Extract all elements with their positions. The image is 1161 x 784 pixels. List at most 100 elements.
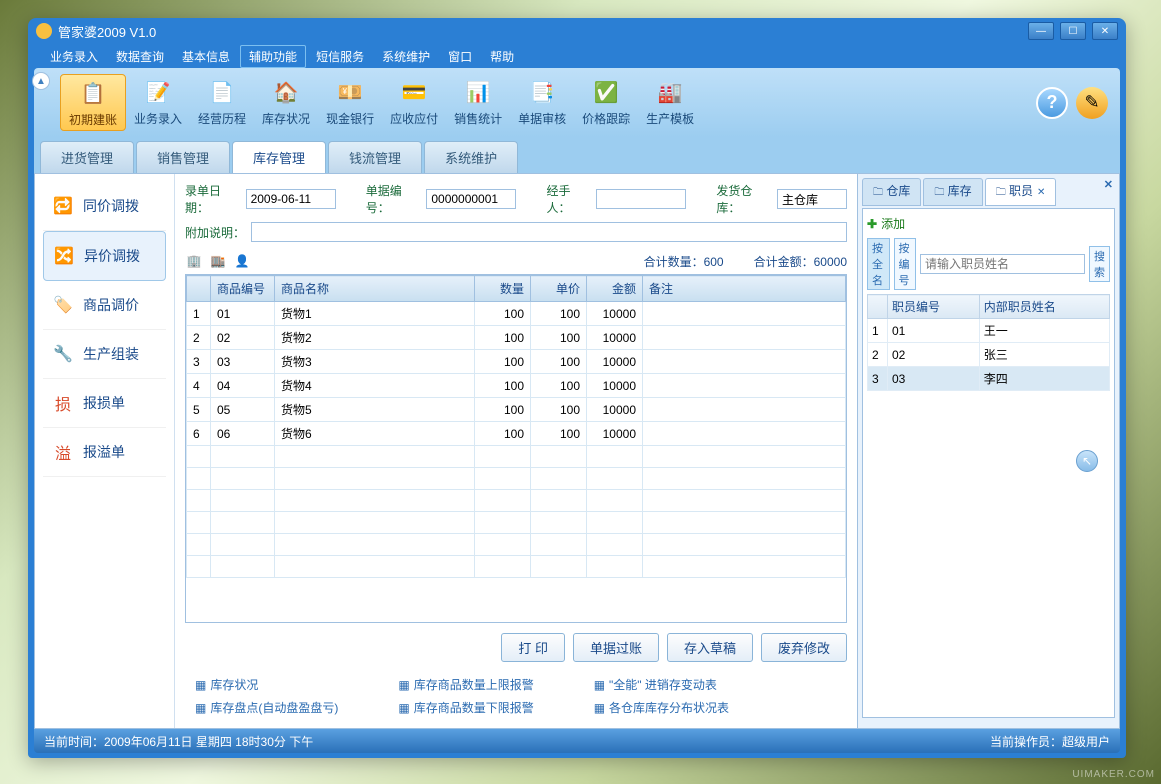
tool-2[interactable]: 📄经营历程 bbox=[190, 74, 254, 131]
note-input[interactable] bbox=[251, 222, 847, 242]
tool-9[interactable]: 🏭生产模板 bbox=[638, 74, 702, 131]
help-icon[interactable]: ? bbox=[1036, 87, 1068, 119]
titlebar[interactable]: 管家婆2009 V1.0 — ☐ ✕ bbox=[28, 18, 1126, 44]
date-input[interactable] bbox=[246, 189, 336, 209]
warehouse-label: 发货仓库： bbox=[716, 182, 771, 216]
watermark: UIMAKER.COM bbox=[1072, 769, 1155, 780]
menu-4[interactable]: 短信服务 bbox=[308, 46, 372, 67]
building1-icon[interactable]: 🏢 bbox=[185, 252, 203, 270]
quick-link[interactable]: ▦ "全能" 进销存变动表 bbox=[594, 676, 729, 693]
sidebar-icon-5: 溢 bbox=[51, 440, 75, 464]
tool-8[interactable]: ✅价格跟踪 bbox=[574, 74, 638, 131]
sidebar-item-2[interactable]: 🏷️商品调价 bbox=[43, 281, 166, 330]
sidebar-item-4[interactable]: 损报损单 bbox=[43, 379, 166, 428]
tool-0[interactable]: 📋初期建账 bbox=[60, 74, 126, 131]
add-button[interactable]: ✚ 添加 bbox=[867, 213, 1110, 234]
tool-4[interactable]: 💴现金银行 bbox=[318, 74, 382, 131]
menu-6[interactable]: 窗口 bbox=[440, 46, 480, 67]
main-panel: 录单日期： 单据编号： 经手人： 发货仓库： 附加说明： 🏢 🏬 👤 bbox=[175, 174, 857, 728]
tab-close-icon[interactable]: ✕ bbox=[1037, 187, 1045, 198]
menu-7[interactable]: 帮助 bbox=[482, 46, 522, 67]
menubar: 业务录入数据查询基本信息辅助功能短信服务系统维护窗口帮助 bbox=[28, 44, 1126, 68]
items-grid[interactable]: 商品编号商品名称数量单价金额备注101货物110010010000202货物21… bbox=[185, 274, 847, 623]
table-row[interactable]: 404货物410010010000 bbox=[187, 374, 846, 398]
grid-icon: ▦ bbox=[398, 678, 409, 692]
search-button[interactable]: 搜索 bbox=[1089, 246, 1110, 282]
rtab-0[interactable]: 🗀 仓库 bbox=[862, 178, 921, 206]
maintab-4[interactable]: 系统维护 bbox=[424, 141, 518, 173]
discard-button[interactable]: 废弃修改 bbox=[761, 633, 847, 662]
grid-icon: ▦ bbox=[195, 678, 206, 692]
note-label: 附加说明： bbox=[185, 224, 245, 241]
quick-link[interactable]: ▦ 库存商品数量上限报警 bbox=[398, 676, 533, 693]
docno-input[interactable] bbox=[426, 189, 516, 209]
grid-icon: ▦ bbox=[195, 701, 206, 715]
maintab-1[interactable]: 销售管理 bbox=[136, 141, 230, 173]
menu-2[interactable]: 基本信息 bbox=[174, 46, 238, 67]
employee-row[interactable]: 101王一 bbox=[868, 319, 1110, 343]
quick-links: ▦ 库存状况 ▦ 库存盘点(自动盘盈盘亏) ▦ 库存商品数量上限报警 ▦ 库存商品数量… bbox=[185, 672, 847, 720]
sidebar-item-0[interactable]: 🔁同价调拨 bbox=[43, 182, 166, 231]
building2-icon[interactable]: 🏬 bbox=[209, 252, 227, 270]
minimize-button[interactable]: — bbox=[1028, 22, 1054, 40]
toolbar: ▲ 📋初期建账📝业务录入📄经营历程🏠库存状况💴现金银行💳应收应付📊销售统计📑单据… bbox=[34, 68, 1120, 137]
quick-link[interactable]: ▦ 库存状况 bbox=[195, 676, 338, 693]
table-row[interactable]: 505货物510010010000 bbox=[187, 398, 846, 422]
tool-1[interactable]: 📝业务录入 bbox=[126, 74, 190, 131]
maintab-2[interactable]: 库存管理 bbox=[232, 141, 326, 173]
sidebar-item-3[interactable]: 🔧生产组装 bbox=[43, 330, 166, 379]
sidebar-icon-3: 🔧 bbox=[51, 342, 75, 366]
seg-code[interactable]: 按编号 bbox=[894, 238, 917, 290]
table-row[interactable]: 202货物210010010000 bbox=[187, 326, 846, 350]
sidebar-item-1[interactable]: 🔀异价调拨 bbox=[43, 231, 166, 281]
tool-6[interactable]: 📊销售统计 bbox=[446, 74, 510, 131]
rtab-2[interactable]: 🗀 职员✕ bbox=[985, 178, 1057, 206]
print-button[interactable]: 打 印 bbox=[501, 633, 565, 662]
quick-link[interactable]: ▦ 库存商品数量下限报警 bbox=[398, 699, 533, 716]
quick-link[interactable]: ▦ 库存盘点(自动盘盈盘亏) bbox=[195, 699, 338, 716]
seg-fullname[interactable]: 按全名 bbox=[867, 238, 890, 290]
table-row[interactable]: 606货物610010010000 bbox=[187, 422, 846, 446]
handler-input[interactable] bbox=[596, 189, 686, 209]
window-title: 管家婆2009 V1.0 bbox=[58, 22, 1028, 41]
tool-icon-0: 📋 bbox=[77, 77, 109, 109]
menu-1[interactable]: 数据查询 bbox=[108, 46, 172, 67]
table-row[interactable]: 303货物310010010000 bbox=[187, 350, 846, 374]
draft-button[interactable]: 存入草稿 bbox=[667, 633, 753, 662]
maintab-0[interactable]: 进货管理 bbox=[40, 141, 134, 173]
refresh-icon[interactable]: ✎ bbox=[1076, 87, 1108, 119]
warehouse-input[interactable] bbox=[777, 189, 847, 209]
quick-link[interactable]: ▦ 各仓库库存分布状况表 bbox=[594, 699, 729, 716]
tool-icon-9: 🏭 bbox=[654, 76, 686, 108]
menu-3[interactable]: 辅助功能 bbox=[240, 45, 306, 68]
total-amount: 合计金额：60000 bbox=[754, 253, 847, 270]
tool-7[interactable]: 📑单据审核 bbox=[510, 74, 574, 131]
sidebar-item-5[interactable]: 溢报溢单 bbox=[43, 428, 166, 477]
panel-close-icon[interactable]: ✕ bbox=[1104, 178, 1113, 191]
tool-icon-3: 🏠 bbox=[270, 76, 302, 108]
tool-icon-1: 📝 bbox=[142, 76, 174, 108]
grid-icon: ▦ bbox=[398, 701, 409, 715]
folder-icon: 🗀 bbox=[873, 187, 883, 198]
rtab-1[interactable]: 🗀 库存 bbox=[923, 178, 982, 206]
menu-0[interactable]: 业务录入 bbox=[42, 46, 106, 67]
employee-grid[interactable]: 职员编号内部职员姓名101王一202张三303李四 bbox=[867, 294, 1110, 391]
docno-label: 单据编号： bbox=[366, 182, 421, 216]
search-input[interactable] bbox=[920, 254, 1085, 274]
plus-icon: ✚ bbox=[867, 217, 877, 231]
post-button[interactable]: 单据过账 bbox=[573, 633, 659, 662]
maintab-3[interactable]: 钱流管理 bbox=[328, 141, 422, 173]
employee-row[interactable]: 202张三 bbox=[868, 343, 1110, 367]
collapse-toolbar-button[interactable]: ▲ bbox=[32, 72, 50, 90]
maximize-button[interactable]: ☐ bbox=[1060, 22, 1086, 40]
employee-row[interactable]: 303李四 bbox=[868, 367, 1110, 391]
sidebar: 🔁同价调拨🔀异价调拨🏷️商品调价🔧生产组装损报损单溢报溢单 bbox=[35, 174, 175, 728]
person-icon[interactable]: 👤 bbox=[233, 252, 251, 270]
tool-5[interactable]: 💳应收应付 bbox=[382, 74, 446, 131]
table-row[interactable]: 101货物110010010000 bbox=[187, 302, 846, 326]
tool-3[interactable]: 🏠库存状况 bbox=[254, 74, 318, 131]
close-button[interactable]: ✕ bbox=[1092, 22, 1118, 40]
folder-icon: 🗀 bbox=[996, 187, 1006, 198]
right-panel: ✕ 🗀 仓库🗀 库存🗀 职员✕ ✚ 添加 按全名 按编号 搜索 职员编号内部职员… bbox=[857, 174, 1119, 728]
menu-5[interactable]: 系统维护 bbox=[374, 46, 438, 67]
